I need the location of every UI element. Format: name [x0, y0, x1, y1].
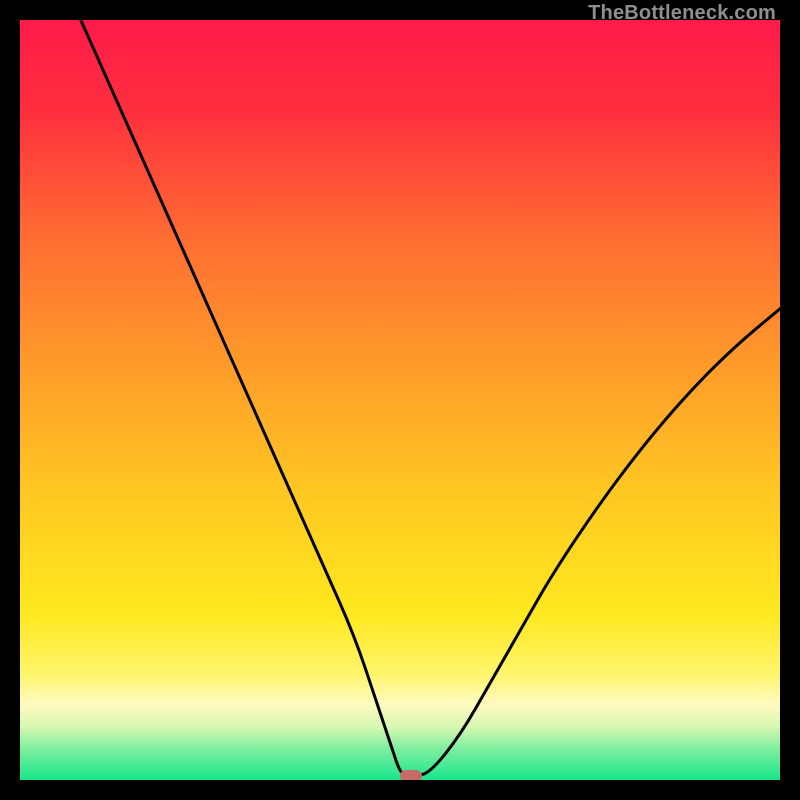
watermark-text: TheBottleneck.com — [588, 2, 776, 25]
minimum-marker — [400, 770, 422, 780]
